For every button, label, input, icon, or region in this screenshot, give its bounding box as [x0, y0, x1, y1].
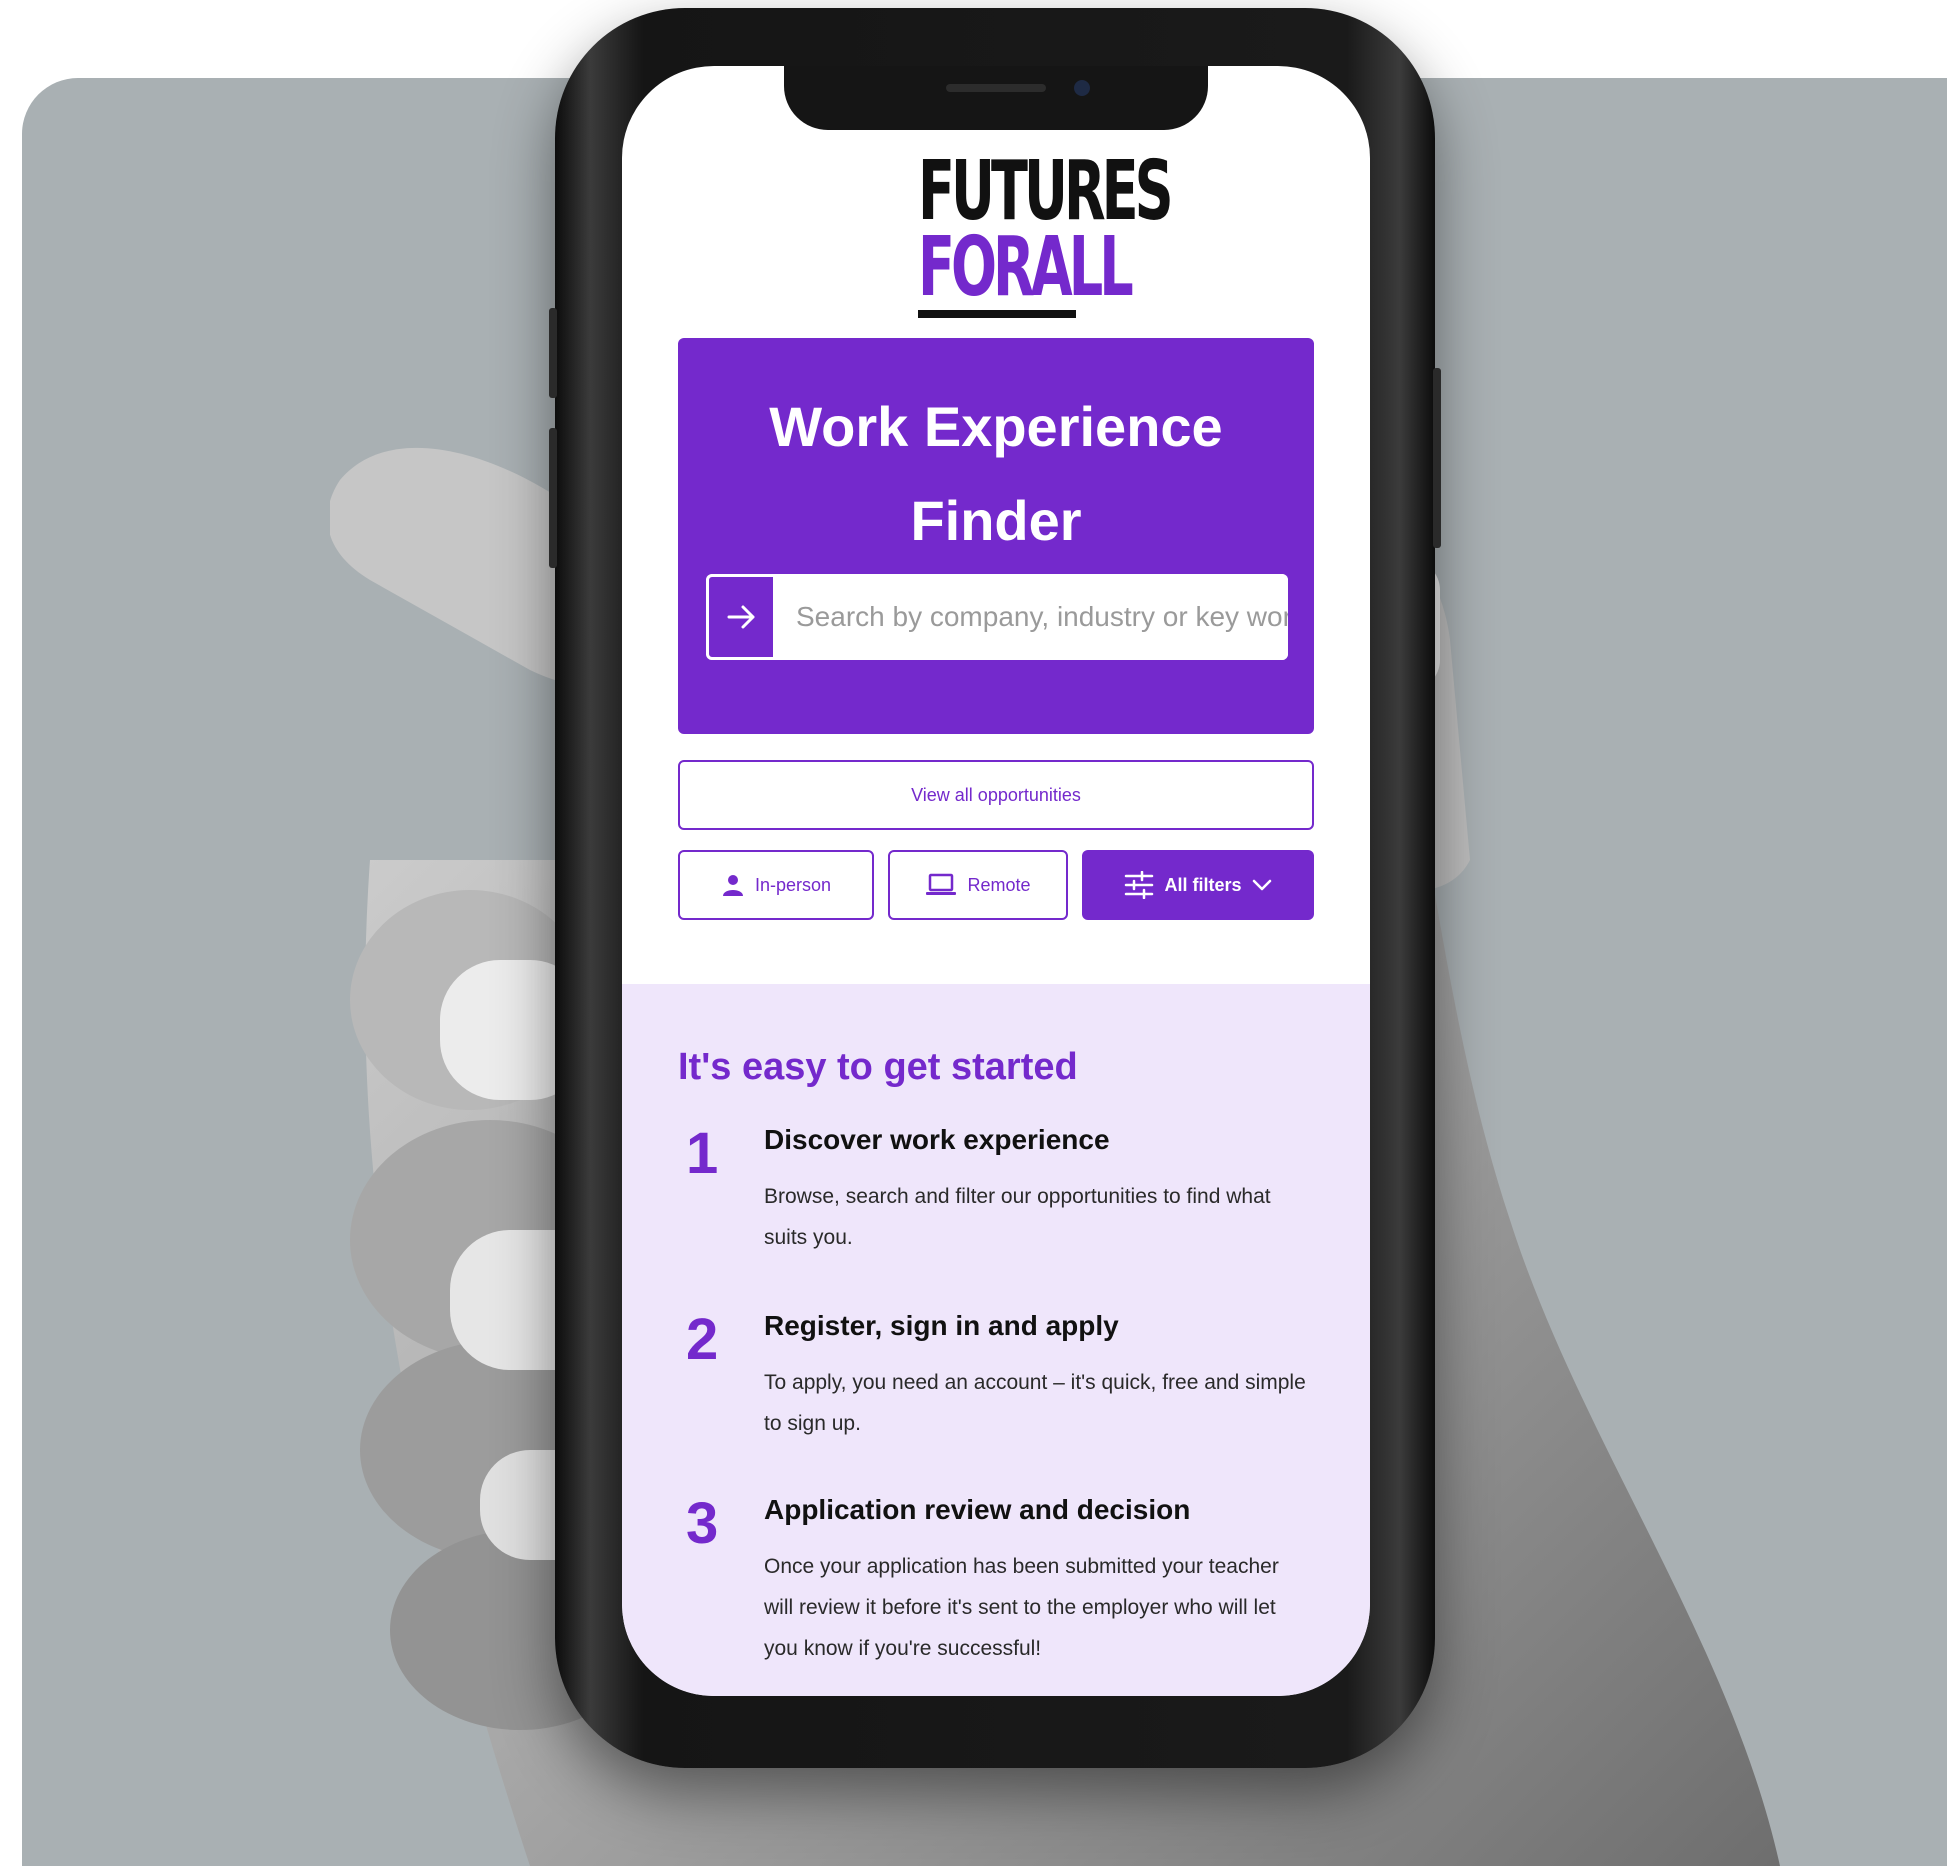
arrow-right-icon	[727, 605, 755, 629]
step-number: 1	[686, 1121, 719, 1186]
side-button	[549, 308, 557, 398]
chevron-down-icon	[1252, 879, 1271, 891]
search-bar	[706, 574, 1288, 660]
step-title: Discover work experience	[764, 1124, 1110, 1155]
search-submit-button[interactable]	[706, 574, 776, 660]
search-input[interactable]	[776, 574, 1288, 660]
get-started-section: It's easy to get started 1 Discover work…	[622, 984, 1370, 1696]
notch	[784, 66, 1208, 130]
view-all-opportunities-button[interactable]: View all opportunities	[678, 760, 1314, 830]
side-button	[1433, 368, 1441, 548]
futures-for-all-logo[interactable]: FUTURES FORALL	[918, 144, 1174, 318]
logo-underline	[918, 310, 1076, 318]
step-title: Register, sign in and apply	[764, 1310, 1119, 1341]
in-person-filter-button[interactable]: In-person	[678, 850, 874, 920]
step-number: 2	[686, 1307, 719, 1372]
speaker	[946, 84, 1046, 92]
all-filters-label: All filters	[1164, 874, 1242, 895]
page-title: Work Experience Finder	[678, 380, 1314, 568]
remote-label: Remote	[967, 874, 1031, 895]
side-button	[549, 428, 557, 568]
in-person-label: In-person	[754, 874, 832, 895]
step-description: To apply, you need an account – it's qui…	[764, 1371, 1306, 1435]
remote-filter-button[interactable]: Remote	[888, 850, 1068, 920]
logo-line-2: FORALL	[918, 220, 1134, 315]
step-title: Application review and decision	[764, 1494, 1191, 1525]
section-heading: It's easy to get started	[678, 1046, 1078, 1088]
all-filters-button[interactable]: All filters	[1082, 850, 1314, 920]
title-line-1: Work Experience	[769, 395, 1223, 458]
step-description: Browse, search and filter our opportunit…	[764, 1185, 1271, 1249]
title-line-2: Finder	[910, 489, 1082, 552]
person-icon	[722, 875, 743, 896]
front-camera	[1074, 80, 1090, 96]
hero-panel: Work Experience Finder	[678, 338, 1314, 734]
phone-screen: FUTURES FORALL Work Experience Finder Vi…	[622, 66, 1370, 1696]
step-description: Once your application has been submitted…	[764, 1555, 1279, 1660]
step-number: 3	[686, 1491, 719, 1556]
logo-line-1: FUTURES	[918, 144, 1174, 239]
laptop-icon	[926, 873, 957, 895]
sliders-icon	[1125, 871, 1154, 899]
